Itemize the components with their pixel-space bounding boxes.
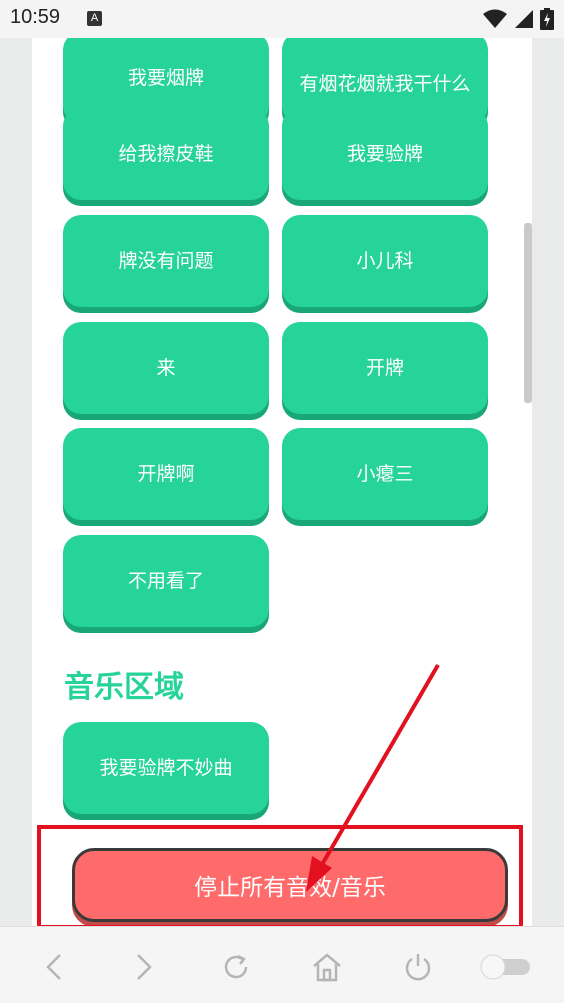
- sound-button[interactable]: 不用看了: [63, 535, 269, 627]
- status-time: 10:59: [10, 6, 61, 28]
- power-icon[interactable]: [398, 947, 438, 987]
- app-notification-icon: A: [87, 11, 102, 26]
- sound-button[interactable]: 给我擦皮鞋: [63, 108, 269, 200]
- refresh-icon[interactable]: [216, 947, 256, 987]
- soundboard-page: 我要烟牌 有烟花烟就我干什么 给我擦皮鞋 我要验牌 牌没有问题 小儿科 来 开牌…: [32, 38, 532, 926]
- signal-icon: [514, 9, 534, 29]
- sound-button[interactable]: 牌没有问题: [63, 215, 269, 307]
- wifi-icon: [482, 9, 508, 29]
- scrollbar[interactable]: [524, 223, 532, 403]
- sound-button[interactable]: 小瘪三: [282, 428, 488, 520]
- sound-button[interactable]: 小儿科: [282, 215, 488, 307]
- status-bar: 10:59 A: [0, 0, 564, 38]
- back-icon[interactable]: [34, 947, 74, 987]
- toggle-switch[interactable]: [478, 947, 534, 987]
- home-icon[interactable]: [307, 947, 347, 987]
- forward-icon[interactable]: [124, 947, 164, 987]
- sound-button[interactable]: 开牌: [282, 322, 488, 414]
- annotation-highlight-box: [37, 825, 523, 929]
- sound-button[interactable]: 来: [63, 322, 269, 414]
- music-button[interactable]: 我要验牌不妙曲: [63, 722, 269, 814]
- bottom-nav-bar: [0, 926, 564, 1003]
- sound-button[interactable]: 我要验牌: [282, 108, 488, 200]
- music-section-title: 音乐区域: [64, 670, 184, 705]
- sound-button[interactable]: 开牌啊: [63, 428, 269, 520]
- battery-charging-icon: [540, 8, 554, 30]
